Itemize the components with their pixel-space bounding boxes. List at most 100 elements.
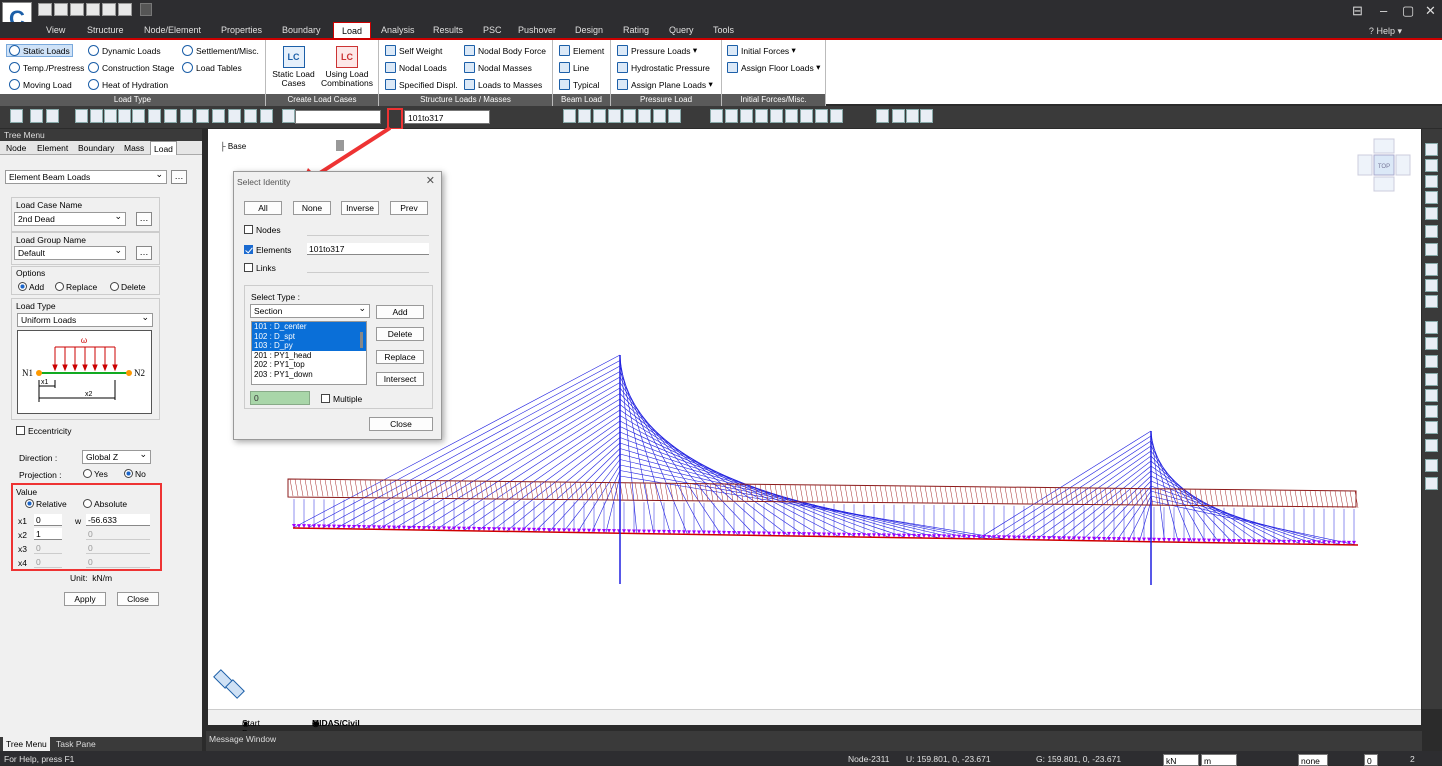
toolbar-tool-icon[interactable] xyxy=(164,109,177,123)
minimize-icon[interactable]: – xyxy=(1380,3,1387,18)
force-unit-select[interactable]: kN xyxy=(1163,754,1199,766)
view-tool-icon[interactable] xyxy=(1425,143,1438,156)
value-relative[interactable]: Relative xyxy=(25,499,67,509)
view-tool-icon[interactable] xyxy=(1425,159,1438,172)
multiple-checkbox[interactable]: Multiple xyxy=(321,394,362,404)
links-box[interactable] xyxy=(244,263,253,272)
list-item[interactable]: 102 : D_spt xyxy=(252,331,366,342)
toolbar-tool-icon[interactable] xyxy=(30,109,43,123)
toolbar-tool-icon[interactable] xyxy=(244,109,257,123)
elements-box[interactable] xyxy=(244,245,253,254)
nodes-box[interactable] xyxy=(244,225,253,234)
projection-yes[interactable]: Yes xyxy=(83,469,108,479)
w1-input[interactable]: -56.633 xyxy=(86,514,150,526)
intersect-button[interactable]: Intersect xyxy=(376,372,424,386)
list-item[interactable]: 103 : D_py xyxy=(252,341,366,351)
tab-properties[interactable]: Properties xyxy=(221,25,262,35)
toolbar-tool-icon[interactable] xyxy=(148,109,161,123)
elements-checkbox[interactable]: Elements xyxy=(244,245,291,255)
option-delete[interactable]: Delete xyxy=(110,282,146,292)
static-load-cases-button[interactable]: LC Static Load Cases xyxy=(271,46,316,88)
view-tool-icon[interactable] xyxy=(1425,421,1438,434)
quick-access-dropdown-icon[interactable] xyxy=(140,3,152,16)
view-tool-icon[interactable] xyxy=(1425,389,1438,402)
value-relative-radio[interactable] xyxy=(25,499,34,508)
x2-input[interactable]: 1 xyxy=(34,528,62,540)
section-list[interactable]: 101 : D_center 102 : D_spt 103 : D_py 20… xyxy=(251,321,367,385)
tab-rating[interactable]: Rating xyxy=(623,25,649,35)
snap-select[interactable]: none xyxy=(1298,754,1328,766)
option-add[interactable]: Add xyxy=(18,282,44,292)
function-more-button[interactable]: … xyxy=(171,170,187,184)
toolbar-tool-icon[interactable] xyxy=(90,109,103,123)
toolbar-tool-icon[interactable] xyxy=(228,109,241,123)
list-item[interactable]: 201 : PY1_head xyxy=(252,351,366,361)
tab-node[interactable]: Node xyxy=(6,143,26,153)
projection-yes-radio[interactable] xyxy=(83,469,92,478)
dialog-close-button[interactable]: Close xyxy=(369,417,433,431)
apply-button[interactable]: Apply xyxy=(64,592,106,606)
x1-input[interactable]: 0 xyxy=(34,514,62,526)
toolbar-tool-icon[interactable] xyxy=(830,109,843,123)
toolbar-tool-icon[interactable] xyxy=(260,109,273,123)
list-item[interactable]: 101 : D_center xyxy=(252,322,366,332)
save-icon[interactable] xyxy=(86,3,100,16)
elements-field[interactable]: 101to317 xyxy=(307,243,429,255)
toolbar-tool-icon[interactable] xyxy=(638,109,651,123)
view-tool-icon[interactable] xyxy=(1425,459,1438,472)
tab-load-tree[interactable]: Load xyxy=(150,141,177,155)
multiple-box[interactable] xyxy=(321,394,330,403)
view-cube[interactable]: TOP xyxy=(1356,137,1412,193)
load-combinations-button[interactable]: LC Using Load Combinations xyxy=(318,46,376,88)
toolbar-tool-icon[interactable] xyxy=(892,109,905,123)
nodal-masses-button[interactable]: Nodal Masses xyxy=(464,62,532,73)
toolbar-tool-icon[interactable] xyxy=(920,109,933,123)
list-scrollbar-thumb[interactable] xyxy=(360,332,363,348)
close-button[interactable]: Close xyxy=(117,592,159,606)
toolbar-tool-icon[interactable] xyxy=(800,109,813,123)
nodal-body-force-button[interactable]: Nodal Body Force xyxy=(464,45,546,56)
select-all-button[interactable]: All xyxy=(244,201,282,215)
view-tool-icon[interactable] xyxy=(1425,263,1438,276)
moving-load-button[interactable]: Moving Load xyxy=(9,79,72,90)
toolbar-tool-icon[interactable] xyxy=(180,109,193,123)
length-unit-select[interactable]: m xyxy=(1201,754,1237,766)
tab-analysis[interactable]: Analysis xyxy=(381,25,415,35)
toolbar-tool-icon[interactable] xyxy=(118,109,131,123)
undo-icon[interactable] xyxy=(118,3,132,16)
direction-select[interactable]: Global Z xyxy=(82,450,151,464)
toolbar-tool-icon[interactable] xyxy=(623,109,636,123)
load-type-select[interactable]: Uniform Loads xyxy=(17,313,153,327)
tab-task-pane[interactable]: Task Pane xyxy=(56,739,96,749)
view-tool-icon[interactable] xyxy=(1425,191,1438,204)
toolbar-tool-icon[interactable] xyxy=(593,109,606,123)
tab-node-element[interactable]: Node/Element xyxy=(144,25,201,35)
nodes-checkbox[interactable]: Nodes xyxy=(244,225,281,235)
tab-results[interactable]: Results xyxy=(433,25,463,35)
view-tool-icon[interactable] xyxy=(1425,477,1438,490)
assign-plane-loads-button[interactable]: Assign Plane Loads ▾ xyxy=(617,79,713,90)
value-absolute-radio[interactable] xyxy=(83,499,92,508)
eccentricity-box[interactable] xyxy=(16,426,25,435)
toolbar-tool-icon[interactable] xyxy=(608,109,621,123)
close-icon[interactable]: ✕ xyxy=(1425,3,1436,19)
list-item[interactable]: 202 : PY1_top xyxy=(252,360,366,370)
select-prev-button[interactable]: Prev xyxy=(390,201,428,215)
toolbar-tool-icon[interactable] xyxy=(770,109,783,123)
list-item[interactable]: 203 : PY1_down xyxy=(252,370,366,380)
toolbar-tool-icon[interactable] xyxy=(725,109,738,123)
toolbar-tool-icon[interactable] xyxy=(785,109,798,123)
view-tool-icon[interactable] xyxy=(1425,295,1438,308)
function-select[interactable]: Element Beam Loads xyxy=(5,170,167,184)
temp-prestress-button[interactable]: Temp./Prestress xyxy=(9,62,84,73)
dialog-close-icon[interactable]: ✕ xyxy=(426,174,435,187)
assign-floor-loads-button[interactable]: Assign Floor Loads ▾ xyxy=(727,62,820,73)
tab-load[interactable]: Load xyxy=(333,22,372,39)
view-tool-icon[interactable] xyxy=(1425,321,1438,334)
toolbar-tool-icon[interactable] xyxy=(668,109,681,123)
toolbar-tool-icon[interactable] xyxy=(710,109,723,123)
toolbar-tool-icon[interactable] xyxy=(132,109,145,123)
toolbar-tool-icon[interactable] xyxy=(563,109,576,123)
projection-no-radio[interactable] xyxy=(124,469,133,478)
layout-icon[interactable]: ⊟ xyxy=(1352,3,1363,19)
